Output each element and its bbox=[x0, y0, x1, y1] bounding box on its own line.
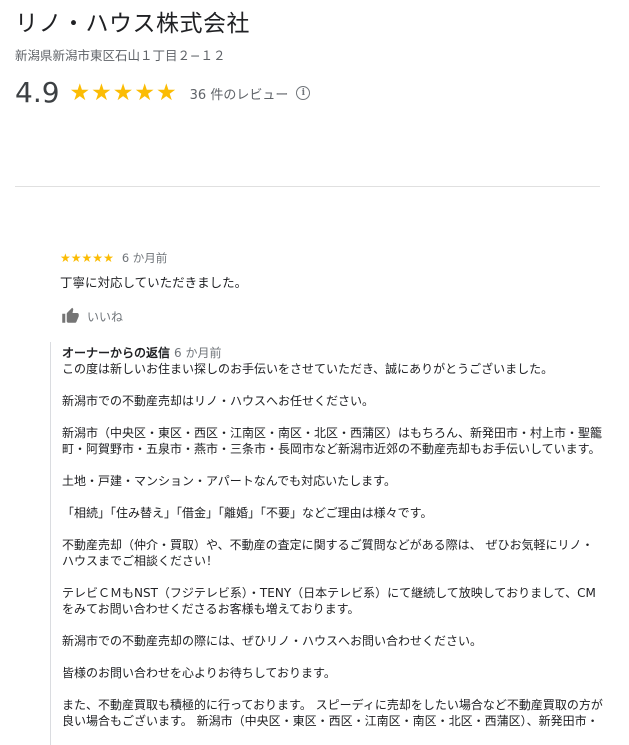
business-name: リノ・ハウス株式会社 bbox=[15, 11, 250, 37]
business-header: リノ・ハウス株式会社 新潟県新潟市東区石山１丁目２−１２ 4.9 ★ ★ ★ ★… bbox=[15, 0, 605, 110]
owner-reply-paragraph: テレビＣＭもNST（フジテレビ系）・TENY（日本テレビ系）にて継続して放映して… bbox=[62, 586, 596, 616]
star-icon: ★ bbox=[60, 251, 71, 265]
review-count-link[interactable]: 36 件のレビュー bbox=[190, 84, 289, 103]
owner-reply-paragraph: 新潟市（中央区・東区・西区・江南区・南区・北区・西蒲区）はもちろん、新発田市・村… bbox=[62, 426, 603, 456]
review-date: 6 か月前 bbox=[121, 251, 168, 265]
owner-reply-date: 6 か月前 bbox=[174, 346, 222, 360]
star-icon: ★ bbox=[70, 251, 82, 265]
star-icon: ★ bbox=[112, 80, 134, 106]
owner-reply-header: オーナーからの返信 6 か月前 bbox=[62, 345, 610, 361]
like-button[interactable]: いいね bbox=[60, 306, 605, 326]
rating-value: 4.9 bbox=[15, 76, 60, 109]
star-icon: ★ bbox=[134, 80, 156, 106]
star-icon: ★ bbox=[69, 80, 91, 106]
owner-reply-paragraph: 不動産売却（仲介・買取）や、不動産の査定に関するご質問などがある際は、 ぜひお気… bbox=[62, 538, 594, 568]
section-divider bbox=[15, 186, 600, 187]
owner-reply-paragraph: 新潟市での不動産売却の際には、ぜひリノ・ハウスへお問い合わせください。 bbox=[62, 634, 483, 648]
owner-reply: オーナーからの返信 6 か月前 この度は新しいお住まい探しのお手伝いをさせていただ… bbox=[50, 342, 610, 745]
owner-reply-paragraph: この度は新しいお住まい探しのお手伝いをさせていただき、誠にありがとうございました… bbox=[62, 362, 554, 376]
owner-reply-paragraph: 「相続」「住み替え」「借金」「離婚」「不要」などご理由は様々です。 bbox=[62, 506, 433, 520]
like-label: いいね bbox=[87, 309, 124, 324]
star-icon: ★ bbox=[156, 80, 177, 106]
star-icon: ★ bbox=[92, 251, 104, 265]
owner-reply-paragraph: また、不動産買取も積極的に行っております。 スピーディに売却をしたい場合など不動… bbox=[62, 698, 603, 728]
info-icon[interactable]: i bbox=[296, 86, 311, 100]
star-icon: ★ bbox=[81, 251, 93, 265]
review-item: ★ ★ ★ ★ ★ 6 か月前 丁寧に対応していただきました。 いいね bbox=[60, 250, 605, 326]
business-address: 新潟県新潟市東区石山１丁目２−１２ bbox=[15, 48, 226, 63]
owner-reply-paragraph: 土地・戸建・マンション・アパートなんでも対応いたします。 bbox=[62, 474, 396, 488]
review-text: 丁寧に対応していただきました。 bbox=[60, 275, 248, 290]
owner-reply-paragraph: 新潟市での不動産売却はリノ・ハウスへお任せください。 bbox=[62, 394, 375, 408]
owner-reply-paragraph: 皆様のお問い合わせを心よりお待ちしております。 bbox=[62, 666, 336, 680]
rating-stars: ★ ★ ★ ★ ★ bbox=[70, 81, 178, 105]
rating-summary: 4.9 ★ ★ ★ ★ ★ 36 件のレビュー i bbox=[15, 76, 605, 110]
review-meta: ★ ★ ★ ★ ★ 6 か月前 bbox=[60, 250, 605, 266]
owner-reply-title: オーナーからの返信 bbox=[62, 346, 171, 360]
star-icon: ★ bbox=[91, 80, 112, 106]
review-stars: ★ ★ ★ ★ ★ bbox=[60, 251, 114, 265]
star-icon: ★ bbox=[103, 251, 114, 265]
thumbs-up-icon bbox=[62, 307, 79, 323]
